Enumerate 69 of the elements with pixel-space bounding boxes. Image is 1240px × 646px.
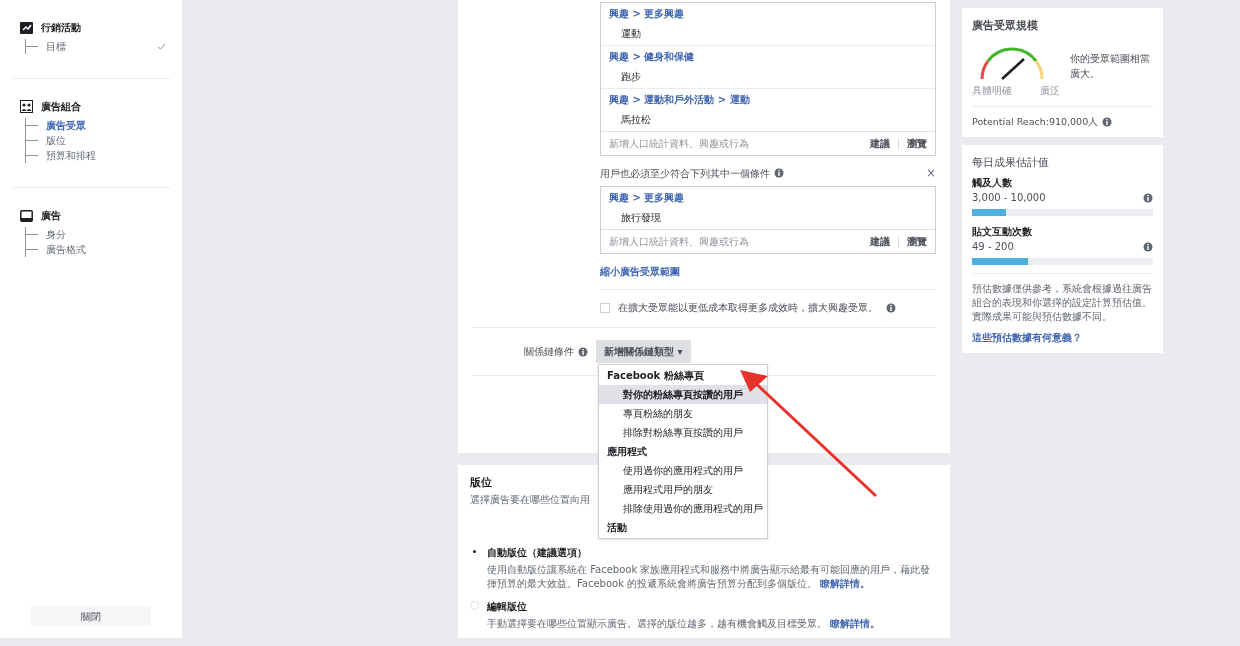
- step-item[interactable]: 預算和排程: [46, 148, 96, 163]
- metric-label: 觸及人數: [972, 176, 1013, 191]
- interest-item: 運動: [620, 27, 642, 41]
- metric-range: 49 - 200: [972, 240, 1014, 255]
- gauge-label: 廣泛: [1040, 83, 1060, 98]
- step-item[interactable]: 廣告受眾: [46, 118, 86, 133]
- info-icon: [1102, 116, 1113, 127]
- menu-item[interactable]: 使用過你的應用程式的用戶: [599, 461, 767, 480]
- browse-link[interactable]: 瀏覽: [907, 136, 927, 151]
- close-icon[interactable]: ×: [925, 164, 936, 182]
- category-path[interactable]: 興趣 > 健身和保健: [609, 50, 927, 64]
- menu-item[interactable]: 對你的粉絲專頁按讚的用戶: [599, 385, 767, 404]
- close-button[interactable]: 關閉: [31, 606, 151, 626]
- placement-description: 手動選擇要在哪些位置顯示廣告。選擇的版位越多，越有機會觸及目標受眾。 瞭解詳情。: [487, 616, 881, 631]
- menu-header: 活動: [606, 521, 628, 535]
- narrow-audience-link[interactable]: 縮小廣告受眾範圍: [600, 264, 936, 290]
- card-title: 每日成果估計值: [972, 154, 1050, 171]
- menu-header: Facebook 粉絲專頁: [606, 369, 705, 383]
- narrow-label: 用戶也必須至少符合下列其中一個條件: [600, 166, 770, 181]
- menu-item[interactable]: 應用程式用戶的朋友: [599, 480, 767, 499]
- category-path[interactable]: 興趣 > 更多興趣: [609, 7, 927, 21]
- suggestions-link[interactable]: 建議: [870, 136, 890, 151]
- expand-interests-label: 在擴大受眾能以更低成本取得更多成效時，擴大興趣受眾。: [618, 301, 878, 315]
- category-path[interactable]: 興趣 > 運動和戶外活動 > 運動: [609, 93, 927, 107]
- info-icon: [1143, 241, 1153, 252]
- search-field[interactable]: 新增人口統計資料、興趣或行為: [609, 136, 862, 151]
- menu-item[interactable]: 排除使用過你的應用程式的用戶: [599, 499, 767, 518]
- placement-option-label: 編輯版位: [487, 599, 527, 614]
- chart-icon: [20, 21, 33, 34]
- suggestions-link[interactable]: 建議: [870, 234, 890, 249]
- step-item[interactable]: 身分: [46, 227, 66, 242]
- metric-label: 貼文互動次數: [972, 225, 1033, 240]
- learn-more-link[interactable]: 瞭解詳情。: [830, 617, 881, 629]
- info-icon: [578, 346, 588, 357]
- info-icon: [886, 302, 896, 313]
- potential-reach: Potential Reach:910,000人: [972, 114, 1099, 129]
- menu-item[interactable]: 專頁粉絲的朋友: [599, 404, 767, 423]
- interest-item: 跑步: [620, 70, 642, 84]
- step-item[interactable]: 版位: [46, 133, 66, 148]
- interest-item: 馬拉松: [620, 113, 652, 127]
- search-field[interactable]: 新增人口統計資料、興趣或行為: [609, 234, 862, 249]
- interest-item: 旅行發現: [620, 211, 662, 225]
- browse-link[interactable]: 瀏覽: [907, 234, 927, 249]
- section-title: 廣告: [41, 209, 61, 223]
- gauge-label: 具體明確: [972, 83, 1012, 98]
- learn-more-link[interactable]: 瞭解詳情。: [820, 577, 871, 589]
- placements-subtitle: 選擇廣告要在哪些位置向用: [470, 492, 590, 507]
- section-title: 行銷活動: [41, 21, 81, 35]
- step-item[interactable]: 廣告格式: [46, 242, 86, 257]
- metric-range: 3,000 - 10,000: [972, 191, 1046, 206]
- estimates-note: 預估數據僅供參考，系統會根據過往廣告組合的表現和你選擇的設定計算預估值。實際成果可能與預估數據不同。: [972, 273, 1153, 325]
- section-title: 廣告組合: [41, 100, 81, 114]
- placement-option-label: 自動版位（建議選項）: [487, 545, 587, 560]
- menu-header: 應用程式: [606, 445, 648, 459]
- menu-item[interactable]: 排除對粉絲專頁按讚的用戶: [599, 423, 767, 442]
- info-icon: [1143, 192, 1153, 203]
- audience-note: 你的受眾範圍相當廣大。: [1069, 51, 1151, 81]
- card-title: 廣告受眾規模: [972, 18, 1039, 34]
- placement-description: 使用自動版位讓系統在 Facebook 家族應用程式和服務中將廣告顯示給最有可能回應的用戶，藉此發揮預算的最大效益。Facebook 的投遞系統會將廣告預算分配到多個版位。 瞭解詳情。: [487, 562, 932, 591]
- step-item[interactable]: 目標: [46, 39, 66, 54]
- category-path[interactable]: 興趣 > 更多興趣: [609, 191, 927, 205]
- estimates-help-link[interactable]: 這些預估數據有何意義？: [972, 330, 1153, 346]
- info-icon: [774, 168, 784, 178]
- connection-type-dropdown[interactable]: 新增關係鏈類型 ▾: [596, 340, 691, 363]
- group-icon: [20, 100, 33, 113]
- placements-title: 版位: [470, 475, 492, 491]
- screen-icon: [20, 209, 33, 222]
- checkbox[interactable]: [600, 302, 610, 313]
- connections-label: 關係鏈條件: [524, 345, 574, 359]
